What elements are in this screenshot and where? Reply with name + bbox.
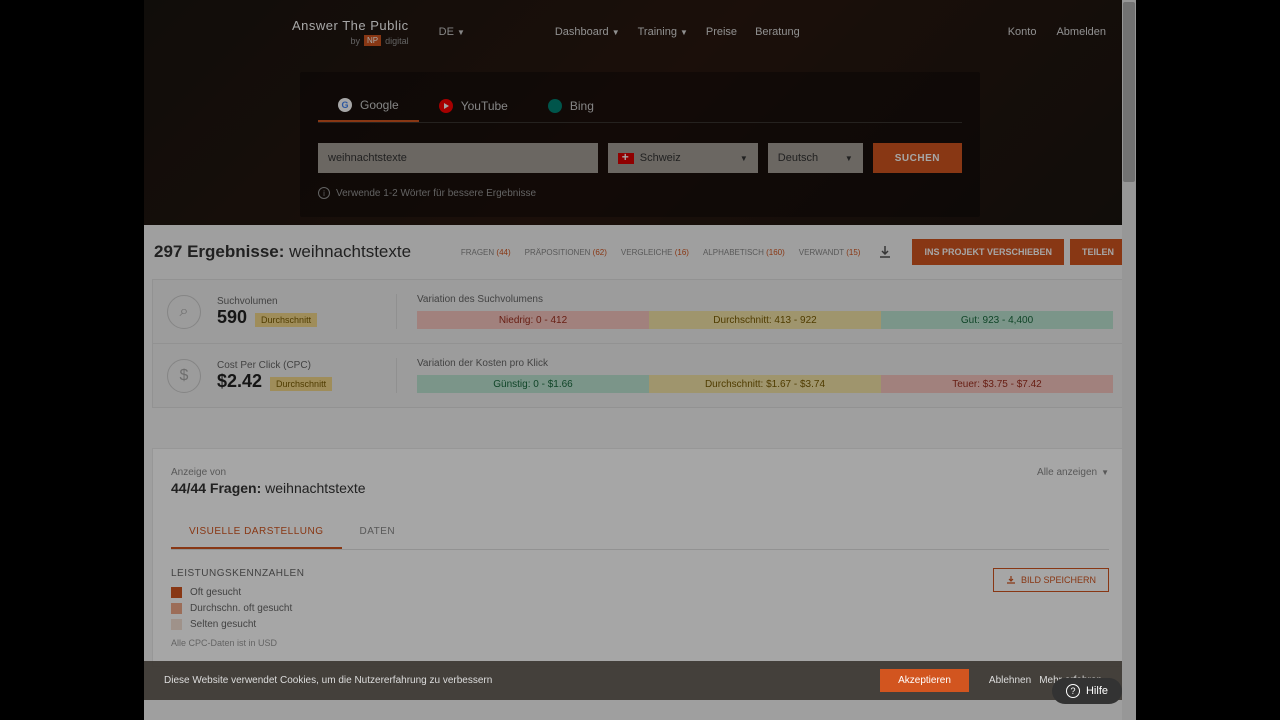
flag-ch-icon <box>618 153 634 164</box>
legend-item: Oft gesucht <box>171 587 304 598</box>
search-input[interactable] <box>318 143 598 173</box>
engine-tabs: G Google YouTube Bing <box>318 90 962 123</box>
chevron-down-icon: ▼ <box>680 28 688 37</box>
results-title: 297 Ergebnisse: weihnachtstexte <box>154 242 411 262</box>
app-content: Answer The Public by NP digital DE▼ Dash… <box>144 0 1136 720</box>
chevron-down-icon: ▼ <box>845 154 853 163</box>
bing-icon <box>548 99 562 113</box>
view-tabs: VISUELLE DARSTELLUNG DATEN <box>171 516 1109 550</box>
download-icon[interactable] <box>874 241 896 263</box>
cpc-seg-hi: Teuer: $3.75 - $7.42 <box>881 375 1113 393</box>
country-dropdown[interactable]: Schweiz ▼ <box>608 143 758 173</box>
cookie-accept-button[interactable]: Akzeptieren <box>880 669 969 692</box>
cpc-var-bar: Günstig: 0 - $1.66 Durchschnitt: $1.67 -… <box>417 375 1113 393</box>
nav-abmelden[interactable]: Abmelden <box>1056 26 1106 38</box>
legend-item: Durchschn. oft gesucht <box>171 603 304 614</box>
main-nav: Dashboard▼ Training▼ Preise Beratung <box>555 26 800 38</box>
legend-item: Selten gesucht <box>171 619 304 630</box>
filter-tabs: FRAGEN (44) PRÄPOSITIONEN (62) VERGLEICH… <box>461 248 861 257</box>
search-row: Schweiz ▼ Deutsch ▼ SUCHEN <box>318 143 962 173</box>
search-button[interactable]: SUCHEN <box>873 143 962 173</box>
legend-note: Alle CPC-Daten ist in USD <box>171 638 304 648</box>
filter-praep[interactable]: PRÄPOSITIONEN (62) <box>525 248 607 257</box>
sv-seg-low: Niedrig: 0 - 412 <box>417 311 649 329</box>
share-button[interactable]: TEILEN <box>1070 239 1126 265</box>
cookie-decline-link[interactable]: Ablehnen <box>989 675 1031 686</box>
save-image-button[interactable]: BILD SPEICHERN <box>993 568 1109 592</box>
help-widget[interactable]: ? Hilfe <box>1052 678 1122 704</box>
show-all-dropdown[interactable]: Alle anzeigen▼ <box>1037 467 1109 478</box>
cpc-seg-low: Günstig: 0 - $1.66 <box>417 375 649 393</box>
legend-swatch-icon <box>171 587 182 598</box>
results-header: 297 Ergebnisse: weihnachtstexte FRAGEN (… <box>144 225 1136 279</box>
questions-panel: Anzeige von 44/44 Fragen: weihnachtstext… <box>152 448 1128 667</box>
qp-main: 44/44 Fragen: weihnachtstexte <box>171 480 366 496</box>
np-badge: NP <box>364 35 381 46</box>
cpc-var-label: Variation der Kosten pro Klick <box>417 358 1113 369</box>
filter-alpha[interactable]: ALPHABETISCH (160) <box>703 248 785 257</box>
filter-verwandt[interactable]: VERWANDT (15) <box>799 248 861 257</box>
move-to-project-button[interactable]: INS PROJEKT VERSCHIEBEN <box>912 239 1064 265</box>
nav-training[interactable]: Training▼ <box>638 26 688 38</box>
nav-konto[interactable]: Konto <box>1008 26 1037 38</box>
language-dropdown[interactable]: Deutsch ▼ <box>768 143 863 173</box>
search-volume-box: ⌕ Suchvolumen 590 Durchschnitt Variation … <box>152 279 1128 344</box>
legend-title: LEISTUNGSKENNZAHLEN <box>171 568 304 579</box>
google-icon: G <box>338 98 352 112</box>
chevron-down-icon: ▼ <box>740 154 748 163</box>
chevron-down-icon: ▼ <box>457 28 465 37</box>
cpc-label: Cost Per Click (CPC) <box>217 360 332 371</box>
cookie-text: Diese Website verwendet Cookies, um die … <box>164 675 492 686</box>
sv-var-label: Variation des Suchvolumens <box>417 294 1113 305</box>
brand-name: Answer The Public <box>292 18 409 33</box>
filter-vergleiche[interactable]: VERGLEICHE (16) <box>621 248 689 257</box>
search-volume-icon: ⌕ <box>167 295 201 329</box>
nav-right: Konto Abmelden <box>1008 26 1106 38</box>
help-icon: ? <box>1066 684 1080 698</box>
tab-google[interactable]: G Google <box>318 90 419 122</box>
tab-youtube[interactable]: YouTube <box>419 90 528 122</box>
qp-sub: Anzeige von <box>171 467 366 478</box>
chevron-down-icon: ▼ <box>612 28 620 37</box>
search-hint: i Verwende 1-2 Wörter für bessere Ergebn… <box>318 187 962 199</box>
scrollbar-thumb[interactable] <box>1123 2 1135 182</box>
sv-var-bar: Niedrig: 0 - 412 Durchschnitt: 413 - 922… <box>417 311 1113 329</box>
cpc-value: $2.42 <box>217 371 262 392</box>
cpc-seg-mid: Durchschnitt: $1.67 - $3.74 <box>649 375 881 393</box>
tab-bing[interactable]: Bing <box>528 90 614 122</box>
youtube-icon <box>439 99 453 113</box>
top-bar: Answer The Public by NP digital DE▼ Dash… <box>144 12 1136 52</box>
tab-data[interactable]: DATEN <box>342 516 414 549</box>
filter-fragen[interactable]: FRAGEN (44) <box>461 248 511 257</box>
download-icon <box>1006 575 1016 585</box>
nav-beratung[interactable]: Beratung <box>755 26 800 38</box>
language-selector[interactable]: DE▼ <box>439 26 465 38</box>
cpc-box: $ Cost Per Click (CPC) $2.42 Durchschnitt… <box>152 344 1128 408</box>
sv-seg-mid: Durchschnitt: 413 - 922 <box>649 311 881 329</box>
sv-label: Suchvolumen <box>217 296 317 307</box>
cpc-icon: $ <box>167 359 201 393</box>
scrollbar[interactable] <box>1122 0 1136 720</box>
tab-visual[interactable]: VISUELLE DARSTELLUNG <box>171 516 342 549</box>
nav-preise[interactable]: Preise <box>706 26 737 38</box>
brand-sub: by NP digital <box>292 35 409 46</box>
chevron-down-icon: ▼ <box>1101 468 1109 477</box>
cookie-banner: Diese Website verwendet Cookies, um die … <box>144 661 1122 700</box>
info-icon: i <box>318 187 330 199</box>
cpc-badge: Durchschnitt <box>270 377 332 391</box>
nav-dashboard[interactable]: Dashboard▼ <box>555 26 620 38</box>
search-panel: G Google YouTube Bing Schweiz ▼ <box>300 72 980 217</box>
hero-section: Answer The Public by NP digital DE▼ Dash… <box>144 0 1136 225</box>
brand-block: Answer The Public by NP digital <box>292 18 409 46</box>
sv-value: 590 <box>217 307 247 328</box>
sv-seg-hi: Gut: 923 - 4,400 <box>881 311 1113 329</box>
legend-swatch-icon <box>171 619 182 630</box>
sv-badge: Durchschnitt <box>255 313 317 327</box>
legend-swatch-icon <box>171 603 182 614</box>
